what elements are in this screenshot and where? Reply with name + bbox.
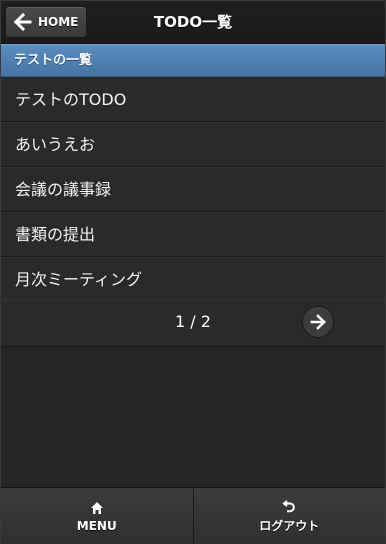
home-button-label: HOME [38, 15, 79, 29]
menu-button[interactable]: MENU [1, 488, 193, 544]
home-button[interactable]: HOME [5, 6, 87, 38]
list-item[interactable]: 会議の議事録 [1, 167, 385, 212]
todo-list: テストのTODO あいうえお 会議の議事録 書類の提出 月次ミーティング [1, 78, 385, 302]
logout-button[interactable]: ログアウト [192, 488, 385, 544]
arrow-left-icon [14, 13, 32, 31]
list-item[interactable]: 書類の提出 [1, 212, 385, 257]
logout-button-label: ログアウト [259, 519, 320, 533]
list-item[interactable]: あいうえお [1, 122, 385, 167]
arrow-right-icon [310, 314, 326, 330]
list-item[interactable]: テストのTODO [1, 78, 385, 122]
home-icon [89, 500, 105, 516]
pager: 1 / 2 [1, 299, 385, 347]
undo-icon [281, 498, 297, 514]
list-item[interactable]: 月次ミーティング [1, 257, 385, 302]
header-bar: HOME TODO一覧 [1, 1, 385, 44]
list-divider: テストの一覧 [1, 44, 385, 77]
footer-navbar: MENU ログアウト [1, 487, 385, 544]
app-window: HOME TODO一覧 テストの一覧 テストのTODO あいうえお 会議の議事録… [0, 0, 386, 544]
next-page-button[interactable] [303, 307, 333, 337]
menu-button-label: MENU [76, 518, 117, 533]
